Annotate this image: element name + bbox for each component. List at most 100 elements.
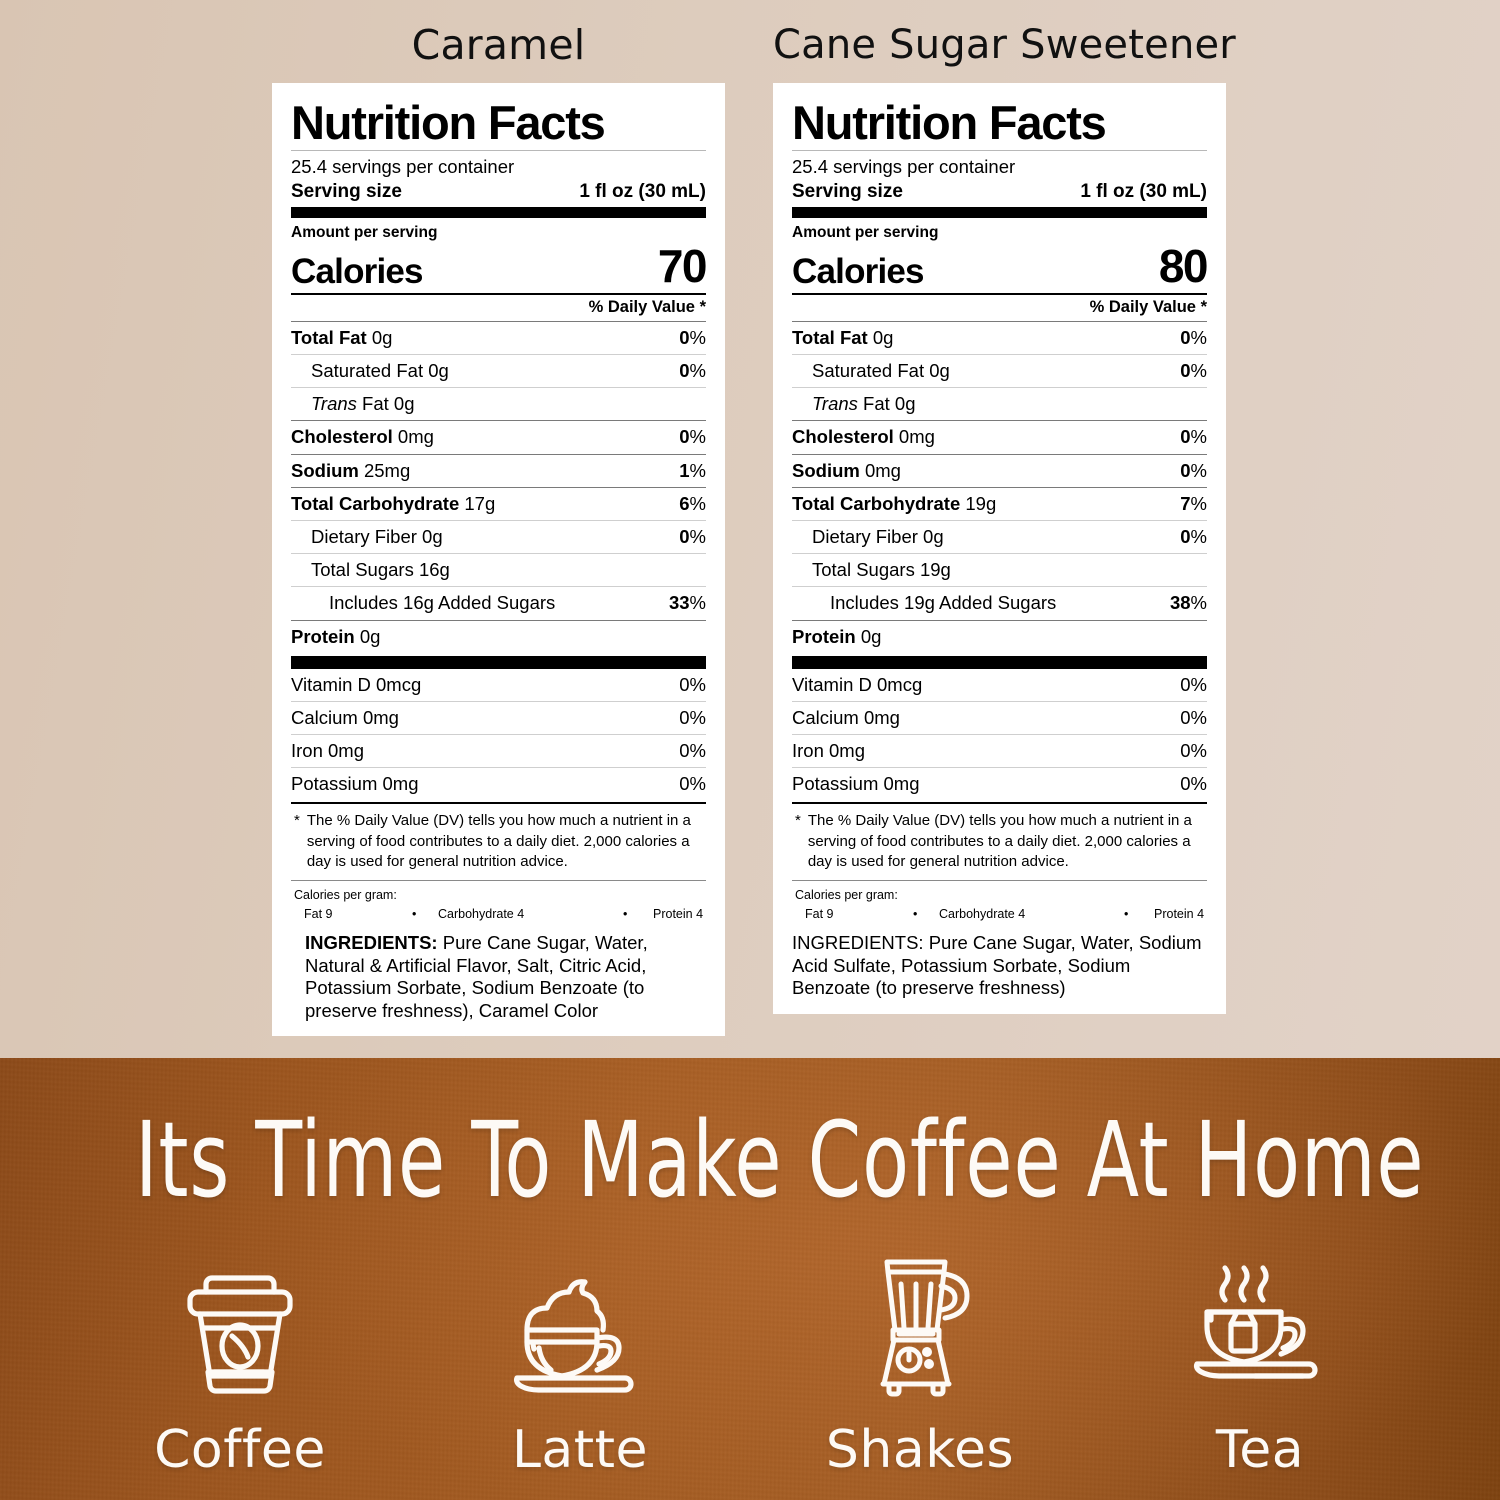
nutrient-row: Total Fat 0g 0% [792,320,1207,354]
nutrient-row: Saturated Fat 0g 0% [291,354,706,387]
nutrient-rows: Total Fat 0g 0% Saturated Fat 0g 0% Trans … [291,320,706,653]
cpg-dot-1: • [412,906,417,921]
cpg-fat: Fat 9 [304,906,333,921]
cpg-dot-2: • [1124,906,1129,921]
vitamin-rows: Vitamin D 0mcg 0% Calcium 0mg 0% Iron 0mg 0… [792,669,1207,801]
cpg-carb: Carbohydrate 4 [438,906,525,921]
calories-per-gram-title: Calories per gram: [294,887,397,902]
cpg-dot-1: • [913,906,918,921]
nutrition-panels-section: Caramel Nutrition Facts 25.4 servings pe… [0,0,1500,1058]
nutrition-facts-heading: Nutrition Facts [291,96,606,149]
daily-value-header: % Daily Value * [588,297,706,316]
nutrition-facts-label: Nutrition Facts 25.4 servings per contai… [773,83,1226,1014]
cpg-protein: Protein 4 [1154,906,1205,921]
nutrient-row: Includes 19g Added Sugars 38% [792,586,1207,619]
feature-latte[interactable]: Latte [455,1254,705,1476]
flavor-title: Caramel [411,21,586,69]
nutrient-row: Saturated Fat 0g 0% [792,354,1207,387]
calories-per-gram-values: Fat 9 • Carbohydrate 4 • Protein 4 [795,904,1205,923]
servings-per-container: 25.4 servings per container [792,156,1016,177]
daily-value-footnote: * The % Daily Value (DV) tells you how m… [291,804,706,879]
nutrient-row: Total Carbohydrate 19g 7% [792,486,1207,520]
nutrient-row: Total Carbohydrate 17g 6% [291,486,706,520]
banner-heading: Its Time To Make Coffee At Home [135,1099,1425,1221]
calories-row: Calories 70 [291,239,708,293]
ingredients-heading: INGREDIENTS: [792,932,924,954]
serving-size-row: Serving size 1 fl oz (30 mL) [291,180,706,207]
nutrient-row: Total Fat 0g 0% [291,320,706,354]
cpg-dot-2: • [623,906,628,921]
feature-tea[interactable]: Tea [1135,1254,1385,1476]
calories-per-gram-title: Calories per gram: [795,887,898,902]
daily-value-footnote: * The % Daily Value (DV) tells you how m… [792,804,1207,879]
serving-size-row: Serving size 1 fl oz (30 mL) [792,180,1207,207]
serving-size-label: Serving size [792,180,903,202]
product-panel-caramel: Caramel Nutrition Facts 25.4 servings pe… [272,20,725,1037]
vitamin-row: Iron 0mg 0% [291,734,706,767]
nutrient-row: Includes 16g Added Sugars 33% [291,586,706,619]
nutrient-row: Total Sugars 16g [291,553,706,586]
cpg-protein: Protein 4 [653,906,704,921]
amount-per-serving-label: Amount per serving [792,223,939,241]
cpg-carb: Carbohydrate 4 [939,906,1026,921]
calories-per-gram-block: Calories per gram: Fat 9 • Carbohydrate … [291,881,706,925]
calories-label: Calories [792,251,925,291]
vitamin-row: Calcium 0mg 0% [291,700,706,734]
nutrient-row: Sodium 0mg 0% [792,453,1207,487]
calories-value: 70 [657,239,708,292]
vitamin-row: Vitamin D 0mcg 0% [792,673,1207,695]
flavor-title: Cane Sugar Sweetener [773,22,1236,68]
feature-label: Shakes [825,1420,1015,1480]
vitamin-rows: Vitamin D 0mcg 0% Calcium 0mg 0% Iron 0mg 0… [291,669,706,801]
feature-label: Coffee [154,1420,326,1480]
feature-label: Tea [1215,1420,1305,1480]
calories-per-gram-values: Fat 9 • Carbohydrate 4 • Protein 4 [294,904,704,923]
calories-row: Calories 80 [792,239,1209,293]
calories-value: 80 [1158,239,1209,292]
daily-value-header: % Daily Value * [1089,297,1207,316]
footnote-star: * [294,812,300,830]
serving-size-value: 1 fl oz (30 mL) [1080,180,1207,202]
vitamin-row: Potassium 0mg 0% [291,767,706,800]
tea-cup-teabag-icon [1135,1254,1385,1404]
nutrient-row: Protein 0g [792,619,1207,653]
vitamin-row: Calcium 0mg 0% [792,700,1207,734]
nutrient-row: Trans Fat 0g [792,387,1207,420]
footnote-star: * [795,812,801,830]
nutrition-facts-label: Nutrition Facts 25.4 servings per contai… [272,83,725,1037]
cpg-fat: Fat 9 [805,906,834,921]
ingredients-heading: INGREDIENTS: [305,932,438,954]
vitamin-row: Iron 0mg 0% [792,734,1207,767]
calories-per-gram-block: Calories per gram: Fat 9 • Carbohydrate … [792,881,1207,925]
nutrient-row: Cholesterol 0mg 0% [792,420,1207,453]
feature-coffee[interactable]: Coffee [115,1254,365,1476]
amount-per-serving-label: Amount per serving [291,223,438,241]
feature-label: Latte [511,1420,649,1480]
calories-label: Calories [291,251,424,291]
servings-per-container: 25.4 servings per container [291,156,515,177]
serving-size-label: Serving size [291,180,402,202]
nutrient-row: Protein 0g [291,619,706,653]
ingredients-statement: INGREDIENTS: Pure Cane Sugar, Water, Nat… [291,925,706,1022]
serving-size-value: 1 fl oz (30 mL) [579,180,706,202]
nutrient-row: Dietary Fiber 0g 0% [291,519,706,553]
vitamin-row: Vitamin D 0mcg 0% [291,673,706,695]
to-go-coffee-cup-icon [115,1254,365,1404]
nutrient-row: Dietary Fiber 0g 0% [792,519,1207,553]
nutrient-row: Cholesterol 0mg 0% [291,420,706,453]
vitamin-row: Potassium 0mg 0% [792,767,1207,800]
feature-row: Coffee Latte Shakes Tea [0,1212,1500,1476]
latte-cup-saucer-icon [455,1254,705,1404]
nutrient-row: Total Sugars 19g [792,553,1207,586]
product-panel-cane-sugar: Cane Sugar Sweetener Nutrition Facts 25.… [773,20,1236,1014]
ingredients-statement: INGREDIENTS: Pure Cane Sugar, Water, Sod… [792,925,1207,1000]
nutrient-row: Trans Fat 0g [291,387,706,420]
footnote-text: The % Daily Value (DV) tells you how muc… [807,812,1192,870]
nutrient-rows: Total Fat 0g 0% Saturated Fat 0g 0% Trans … [792,320,1207,653]
feature-shakes[interactable]: Shakes [795,1254,1045,1476]
nutrition-facts-heading: Nutrition Facts [792,96,1107,149]
blender-icon [795,1254,1045,1404]
footnote-text: The % Daily Value (DV) tells you how muc… [306,812,691,870]
nutrient-row: Sodium 25mg 1% [291,453,706,487]
promo-banner: Its Time To Make Coffee At Home Coffee L… [0,1058,1500,1500]
